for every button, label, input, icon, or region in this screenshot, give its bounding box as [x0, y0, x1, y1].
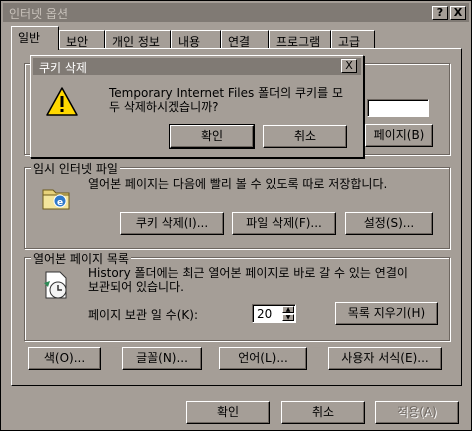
help-button[interactable]: ?: [432, 6, 448, 20]
warning-icon: [46, 87, 78, 116]
tab-security[interactable]: 보안: [59, 30, 105, 49]
temp-files-folder-icon: e: [42, 189, 70, 210]
spin-up-icon[interactable]: ▲: [282, 306, 294, 313]
languages-button[interactable]: 언어(L)...: [219, 347, 307, 370]
temp-files-group-label: 임시 인터넷 파일: [31, 160, 120, 177]
svg-text:e: e: [57, 198, 63, 208]
spin-down-icon[interactable]: ▼: [282, 314, 294, 321]
delete-cookies-button[interactable]: 쿠키 삭제(I)...: [120, 212, 224, 235]
tab-content[interactable]: 내용: [171, 30, 221, 49]
tab-programs[interactable]: 프로그램: [269, 30, 331, 49]
history-days-label: 페이지 보관 일 수(K):: [88, 308, 198, 322]
delete-cookies-dialog: 쿠키 삭제 X Temporary Internet Files 폴더의 쿠키를…: [30, 55, 364, 158]
tab-connections[interactable]: 연결: [221, 30, 269, 49]
close-button[interactable]: X: [450, 6, 466, 20]
cancel-button[interactable]: 취소: [281, 401, 365, 424]
history-days-input[interactable]: 20 ▲ ▼: [252, 304, 296, 323]
use-blank-button[interactable]: 페이지(B): [365, 124, 433, 147]
colors-button[interactable]: 색(O)...: [28, 347, 101, 370]
dialog-message-line2: 두 삭제하시겠습니까?: [109, 100, 219, 114]
history-description-line1: History 폴더에는 최근 열어본 페이지로 바로 갈 수 있는 연결이: [88, 266, 408, 280]
dialog-ok-button[interactable]: 확인: [169, 124, 255, 149]
dialog-title: 쿠키 삭제: [39, 61, 87, 75]
history-days-value: 20: [257, 307, 273, 321]
internet-options-window: 인터넷 옵션 ? X 일반 보안 개인 정보 내용 연결 프로그램 고급 페이지…: [0, 0, 472, 431]
history-group-label: 열어본 페이지 목록: [31, 250, 131, 267]
dialog-cancel-button[interactable]: 취소: [263, 125, 347, 148]
ok-button[interactable]: 확인: [186, 401, 270, 424]
history-description-line2: 보관되어 있습니다.: [88, 280, 184, 294]
delete-files-button[interactable]: 파일 삭제(F)...: [232, 212, 336, 235]
history-icon: [44, 271, 67, 299]
homepage-address-input[interactable]: [367, 99, 429, 117]
tab-general[interactable]: 일반: [11, 26, 59, 50]
accessibility-button[interactable]: 사용자 서식(E)...: [328, 347, 442, 370]
fonts-button[interactable]: 글꼴(N)...: [122, 347, 202, 370]
tab-privacy[interactable]: 개인 정보: [105, 30, 171, 49]
temp-settings-button[interactable]: 설정(S)...: [345, 212, 433, 235]
tab-advanced[interactable]: 고급: [331, 30, 375, 49]
dialog-title-bar[interactable]: 쿠키 삭제 X: [33, 58, 361, 75]
apply-button[interactable]: 적용(A): [375, 401, 459, 424]
window-title: 인터넷 옵션: [9, 7, 69, 21]
temp-files-description: 열어본 페이지는 다음에 빨리 볼 수 있도록 따로 저장합니다.: [88, 177, 388, 191]
dialog-message-line1: Temporary Internet Files 폴더의 쿠키를 모: [109, 86, 343, 100]
dialog-close-button[interactable]: X: [341, 59, 357, 73]
title-bar[interactable]: 인터넷 옵션 ? X: [3, 3, 469, 22]
clear-history-button[interactable]: 목록 지우기(H): [335, 302, 438, 325]
